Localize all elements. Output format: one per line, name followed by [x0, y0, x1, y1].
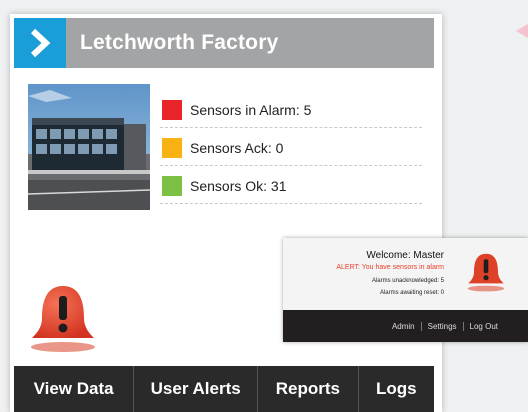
awaiting-reset-count: Alarms awaiting reset: 0: [379, 290, 444, 296]
nav-reports[interactable]: Reports: [258, 366, 359, 412]
ok-swatch: [162, 176, 182, 196]
status-label: Sensors Ack: 0: [190, 140, 284, 156]
site-title: Letchworth Factory: [80, 31, 279, 54]
status-row-ack[interactable]: Sensors Ack: 0: [160, 131, 422, 166]
status-label: Sensors in Alarm: 5: [190, 102, 312, 118]
sensor-status-list: Sensors in Alarm: 5 Sensors Ack: 0 Senso…: [160, 93, 422, 207]
alarm-swatch: [162, 100, 182, 120]
status-label: Sensors Ok: 31: [190, 178, 287, 194]
popup-toolbar: Admin Settings Log Out: [283, 310, 528, 342]
status-row-alarm[interactable]: Sensors in Alarm: 5: [160, 93, 422, 128]
nav-user-alerts[interactable]: User Alerts: [134, 366, 259, 412]
decorative-triangle: [516, 24, 528, 38]
status-row-ok[interactable]: Sensors Ok: 31: [160, 169, 422, 204]
chevron-right-icon[interactable]: [14, 18, 66, 68]
user-popup: Welcome: Master ALERT: You have sensors …: [283, 238, 528, 342]
alarm-bell-icon[interactable]: [466, 250, 506, 294]
alarm-bell-icon[interactable]: [28, 282, 98, 354]
alert-text: ALERT: You have sensors in alarm: [336, 264, 444, 271]
nav-view-data[interactable]: View Data: [14, 366, 135, 412]
logout-link[interactable]: Log Out: [464, 322, 504, 331]
settings-link[interactable]: Settings: [422, 321, 464, 331]
nav-logs[interactable]: Logs: [359, 366, 434, 412]
factory-photo: [28, 84, 150, 210]
site-header: Letchworth Factory: [14, 18, 434, 68]
unacknowledged-count: Alarms unacknowledged: 5: [371, 278, 444, 284]
main-nav: View Data User Alerts Reports Logs: [14, 366, 434, 412]
admin-link[interactable]: Admin: [386, 321, 422, 331]
ack-swatch: [162, 138, 182, 158]
welcome-text: Welcome: Master: [366, 250, 444, 261]
